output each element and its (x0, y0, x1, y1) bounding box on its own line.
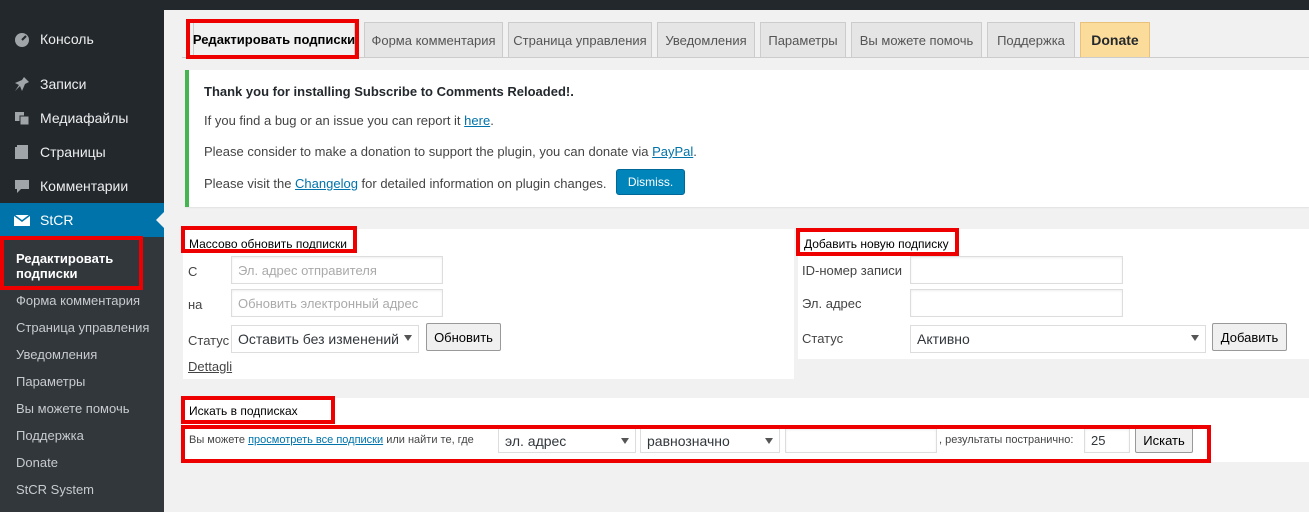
sidebar-item-comments[interactable]: Комментарии (0, 169, 164, 203)
mass-status-value: Оставить без изменений (238, 331, 399, 347)
email-input[interactable] (910, 289, 1123, 317)
submenu-options[interactable]: Параметры (16, 374, 85, 389)
email-label: Эл. адрес (802, 296, 862, 311)
pages-icon (11, 143, 33, 161)
changelog-link[interactable]: Changelog (295, 176, 358, 191)
highlight-active-tab (186, 19, 359, 59)
submenu-stcr-system[interactable]: StCR System (16, 482, 94, 497)
tab-notifications[interactable]: Уведомления (657, 22, 755, 57)
sidebar-item-console[interactable]: Консоль (0, 22, 164, 56)
update-button[interactable]: Обновить (426, 323, 501, 351)
sidebar-item-media[interactable]: Медиафайлы (0, 101, 164, 135)
pin-icon (11, 75, 33, 93)
install-notice: Thank you for installing Subscribe to Co… (185, 70, 1309, 207)
sidebar-item-label: Страницы (40, 144, 106, 160)
tab-management-page[interactable]: Страница управления (508, 22, 652, 57)
add-button[interactable]: Добавить (1212, 323, 1287, 351)
sidebar-item-posts[interactable]: Записи (0, 67, 164, 101)
sidebar-item-label: StCR (40, 212, 74, 228)
notice-donate-line: Please consider to make a donation to su… (204, 144, 697, 159)
highlight-search-title (181, 396, 335, 424)
post-id-label: ID-номер записи (802, 263, 903, 278)
submenu-management-page[interactable]: Страница управления (16, 320, 149, 335)
tab-you-can-help[interactable]: Вы можете помочь (851, 22, 982, 57)
media-icon (11, 109, 33, 127)
comment-icon (11, 177, 33, 195)
post-id-input[interactable] (910, 256, 1123, 284)
new-email-input[interactable]: Обновить электронный адрес (231, 289, 443, 317)
tab-options[interactable]: Параметры (760, 22, 846, 57)
old-email-input[interactable]: Эл. адрес отправителя (231, 256, 443, 284)
sidebar-item-pages[interactable]: Страницы (0, 135, 164, 169)
dismiss-button[interactable]: Dismiss. (616, 169, 685, 195)
paypal-link[interactable]: PayPal (652, 144, 693, 159)
details-link[interactable]: Dettagli (188, 359, 232, 374)
to-label: на (188, 297, 203, 312)
tab-comment-form[interactable]: Форма комментария (364, 22, 503, 57)
current-menu-arrow (156, 212, 164, 228)
highlight-submenu-current (0, 236, 143, 290)
chevron-down-icon (404, 335, 412, 341)
submenu-support[interactable]: Поддержка (16, 428, 84, 443)
sidebar-item-label: Консоль (40, 31, 94, 47)
sidebar-item-label: Записи (40, 76, 87, 92)
highlight-add-new-title (796, 228, 959, 256)
notice-bug-line: If you find a bug or an issue you can re… (204, 113, 494, 128)
mass-status-select[interactable]: Оставить без изменений (231, 325, 419, 353)
submenu-you-can-help[interactable]: Вы можете помочь (16, 401, 130, 416)
tab-support[interactable]: Поддержка (987, 22, 1075, 57)
chevron-down-icon (1191, 335, 1199, 341)
submenu-comment-form[interactable]: Форма комментария (16, 293, 140, 308)
mail-icon (11, 211, 33, 229)
tab-donate[interactable]: Donate (1080, 22, 1150, 57)
highlight-search-row (181, 425, 1211, 463)
status-label: Статус (802, 331, 844, 346)
sidebar-item-stcr[interactable]: StCR (0, 203, 164, 237)
status-label: Статус (188, 333, 230, 348)
add-status-value: Активно (917, 331, 970, 347)
submenu-notifications[interactable]: Уведомления (16, 347, 97, 362)
sidebar-item-label: Медиафайлы (40, 110, 129, 126)
report-link[interactable]: here (464, 113, 490, 128)
notice-changelog-line: Please visit the Changelog for detailed … (204, 176, 607, 191)
admin-bar (0, 0, 1309, 10)
sidebar-item-label: Комментарии (40, 178, 129, 194)
highlight-mass-update-title (181, 226, 357, 253)
add-status-select[interactable]: Активно (910, 325, 1206, 353)
dashboard-icon (11, 30, 33, 48)
submenu-donate[interactable]: Donate (16, 455, 58, 470)
from-label: С (188, 264, 198, 279)
notice-title: Thank you for installing Subscribe to Co… (204, 84, 574, 99)
